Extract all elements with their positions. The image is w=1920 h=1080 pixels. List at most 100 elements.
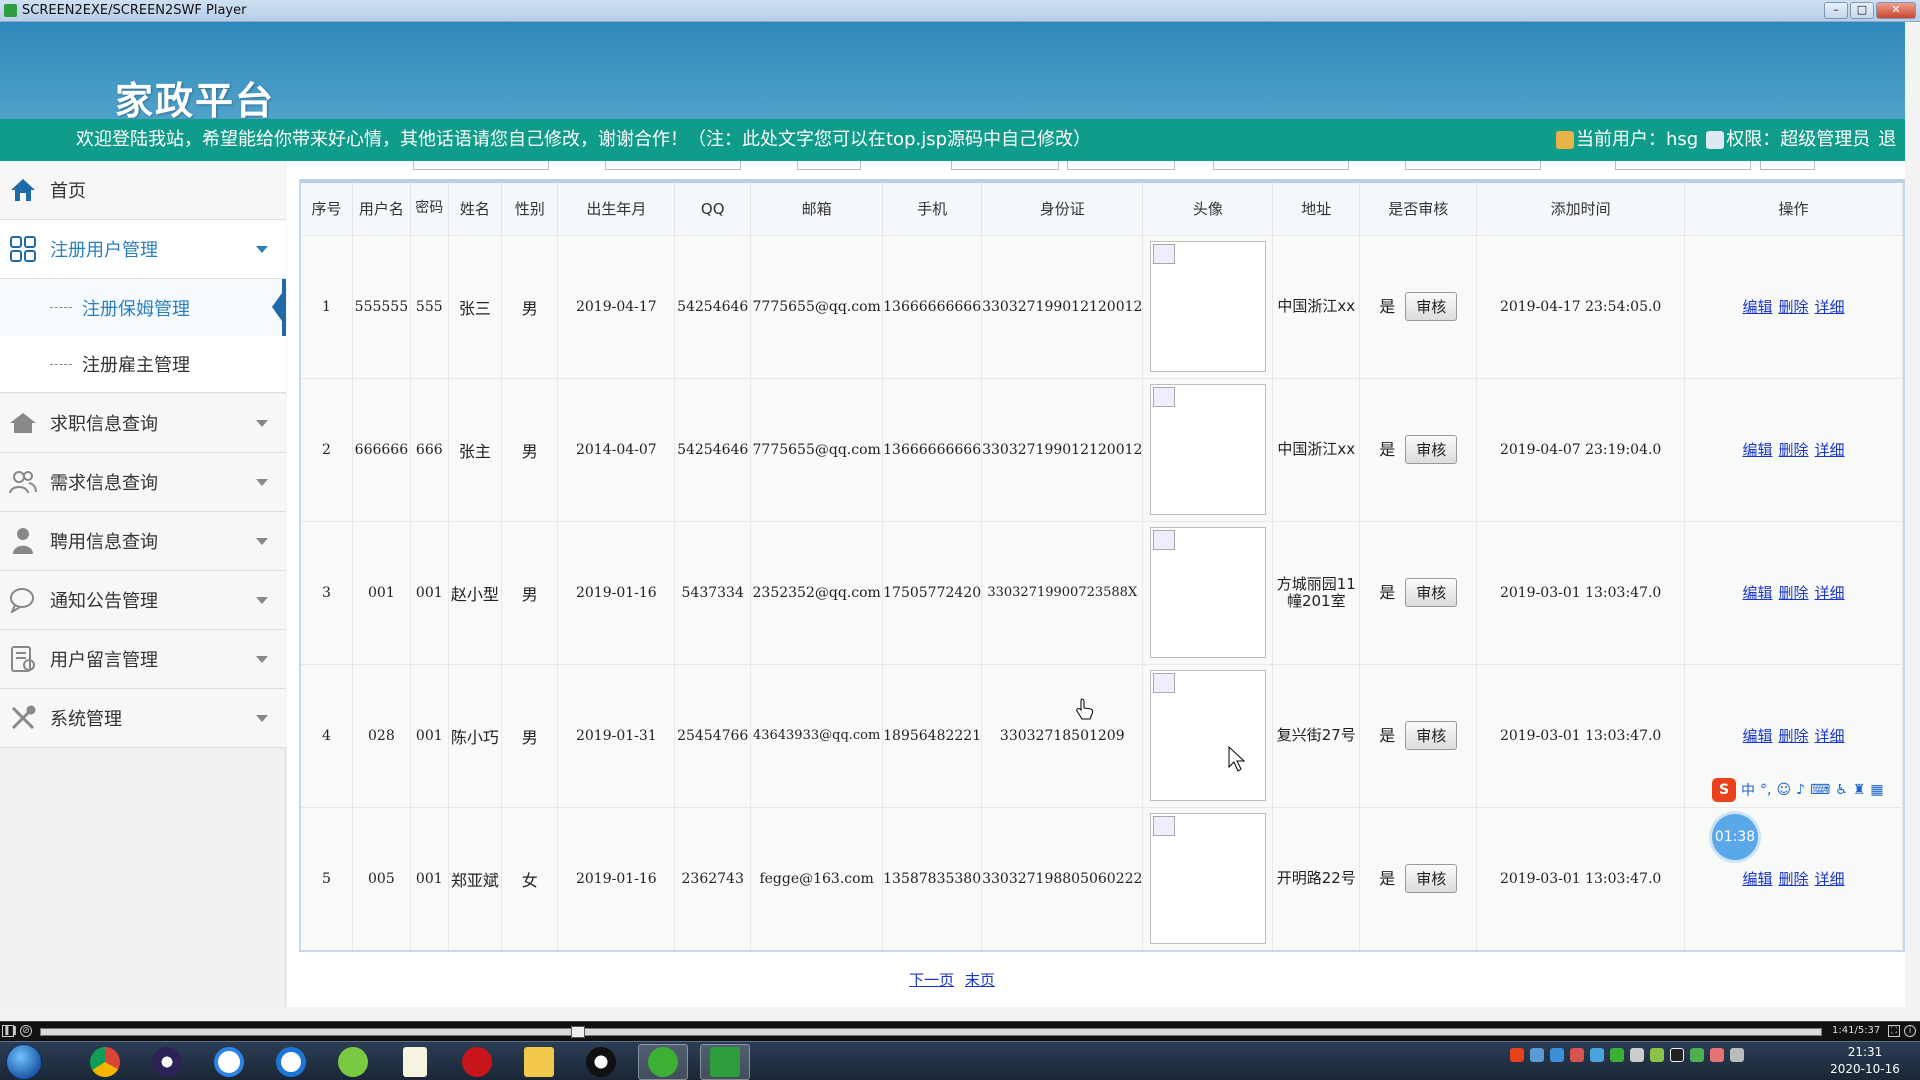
detail-link[interactable]: 详细 <box>1815 727 1845 745</box>
audit-button[interactable]: 审核 <box>1405 864 1458 894</box>
edit-link[interactable]: 编辑 <box>1743 584 1773 602</box>
edit-link[interactable]: 编辑 <box>1743 727 1773 745</box>
logout-link[interactable]: 退 <box>1878 119 1896 161</box>
info-icon[interactable]: i <box>1904 1025 1916 1037</box>
cell-address: 中国浙江xx <box>1272 234 1361 378</box>
audit-button[interactable]: 审核 <box>1405 578 1458 607</box>
col-header: 用户名 <box>352 183 411 235</box>
sidebar-item-demand-query[interactable]: 需求信息查询 <box>0 453 286 512</box>
sidebar-item-notice[interactable]: 通知公告管理 <box>0 571 286 630</box>
chrome-icon[interactable] <box>80 1044 130 1080</box>
ime-mode[interactable]: 中 <box>1741 780 1755 800</box>
cell-phone: 18956482221 <box>882 663 983 807</box>
app-tray-icon[interactable] <box>1570 1048 1584 1062</box>
clock-date: 2020-10-16 <box>1830 1062 1900 1076</box>
shirt-icon[interactable]: ♜ <box>1853 782 1866 798</box>
sidebar-item-hire-query[interactable]: 聘用信息查询 <box>0 512 286 571</box>
delete-link[interactable]: 删除 <box>1779 727 1809 745</box>
sidebar-item-home[interactable]: 首页 <box>0 161 286 220</box>
chevron-down-icon <box>256 538 268 545</box>
detail-link[interactable]: 详细 <box>1815 441 1845 459</box>
eclipse-icon[interactable] <box>142 1044 192 1080</box>
next-page-link[interactable]: 下一页 <box>909 971 954 989</box>
cell-email: 2352352@qq.com <box>750 520 884 664</box>
edit-link[interactable]: 编辑 <box>1743 870 1773 888</box>
cell-phone: 13666666666 <box>882 234 983 378</box>
delete-link[interactable]: 删除 <box>1779 441 1809 459</box>
display-tray-icon[interactable] <box>1730 1048 1744 1062</box>
maximize-icon[interactable]: □ <box>1850 2 1874 19</box>
sogou-tray-icon[interactable] <box>1510 1048 1524 1062</box>
detail-link[interactable]: 详细 <box>1815 870 1845 888</box>
qq-icon[interactable] <box>576 1044 626 1080</box>
speaker-tray-icon[interactable] <box>1630 1048 1644 1062</box>
col-header: 操作 <box>1684 183 1903 235</box>
ime-punct[interactable]: °, <box>1760 782 1771 798</box>
seek-bar[interactable] <box>40 1026 1822 1038</box>
system-tray <box>1510 1048 1744 1062</box>
edit-link[interactable]: 编辑 <box>1743 441 1773 459</box>
sogou-ime-icon[interactable]: S <box>1712 778 1736 802</box>
accessibility-icon[interactable]: ♿ <box>1835 782 1848 798</box>
battery-tray-icon[interactable] <box>1690 1048 1704 1062</box>
close-icon[interactable]: ✕ <box>1876 2 1916 19</box>
cell-password: 001 <box>410 663 449 807</box>
pause-icon[interactable]: ❚❚ <box>2 1025 18 1037</box>
keyboard-icon[interactable]: ⌨ <box>1810 782 1830 798</box>
delete-link[interactable]: 删除 <box>1779 584 1809 602</box>
wechat-tray-icon[interactable] <box>1610 1048 1624 1062</box>
folder-icon[interactable] <box>514 1044 564 1080</box>
security-tray-icon[interactable] <box>1590 1048 1604 1062</box>
mic-icon[interactable]: ♪ <box>1796 782 1805 798</box>
table-header-row: 序号 用户名 密码 姓名 性别 出生年月 QQ 邮箱 手机 身份证 头像 地址 … <box>301 183 1903 235</box>
minimize-icon[interactable]: – <box>1824 2 1848 19</box>
detail-link[interactable]: 详细 <box>1815 584 1845 602</box>
qq-tray-icon[interactable] <box>1670 1048 1684 1062</box>
flash-icon[interactable] <box>452 1044 502 1080</box>
taskbar-clock[interactable]: 21:31 2020-10-16 <box>1820 1044 1910 1078</box>
loop-icon[interactable]: ⊘ <box>20 1025 32 1037</box>
start-button-icon[interactable] <box>6 1044 42 1080</box>
col-header: 姓名 <box>448 183 503 235</box>
screen2exe-player-icon[interactable] <box>700 1044 750 1080</box>
table-row: 5 005 001 郑亚斌 女 2019-01-16 2362743 fegge… <box>301 806 1903 950</box>
baidu-netdisk-icon[interactable] <box>204 1044 254 1080</box>
filter-toolbar-cut-off <box>287 161 1905 175</box>
avatar <box>1149 384 1266 515</box>
spreadsheet-icon[interactable] <box>390 1044 440 1080</box>
delete-link[interactable]: 删除 <box>1779 870 1809 888</box>
delete-link[interactable]: 删除 <box>1779 298 1809 316</box>
wechat-icon[interactable] <box>638 1044 688 1080</box>
seek-thumb[interactable] <box>571 1026 585 1038</box>
cell-qq: 25454766 <box>674 663 752 807</box>
last-page-link[interactable]: 末页 <box>965 971 995 989</box>
table-row: 4 028 001 陈小巧 男 2019-01-31 25454766 4364… <box>301 663 1903 807</box>
volume-tray-icon[interactable] <box>1710 1048 1724 1062</box>
fullscreen-icon[interactable]: ⛶ <box>1888 1025 1900 1037</box>
app-icon <box>4 4 17 17</box>
recorder-timer[interactable]: 01:38 <box>1712 814 1758 860</box>
audit-button[interactable]: 审核 <box>1405 721 1458 750</box>
network-tray-icon[interactable] <box>1530 1048 1544 1062</box>
sidebar-item-user-registration[interactable]: 注册用户管理 <box>0 220 286 279</box>
audit-button[interactable]: 审核 <box>1405 435 1458 464</box>
detail-link[interactable]: 详细 <box>1815 298 1845 316</box>
leaf-app-icon[interactable] <box>328 1044 378 1080</box>
sidebar-subitem-nanny[interactable]: 注册保姆管理 <box>0 279 286 336</box>
cell-idcard: 330327198805060222 <box>981 806 1144 950</box>
sidebar-item-system[interactable]: 系统管理 <box>0 689 286 748</box>
cell-username: 555555 <box>352 234 411 378</box>
cell-password: 001 <box>410 520 449 664</box>
sidebar-item-label: 首页 <box>50 181 86 202</box>
emoji-icon[interactable]: ☺ <box>1776 782 1791 798</box>
sidebar-subitem-employer[interactable]: 注册雇主管理 <box>0 336 286 393</box>
grid-menu-icon[interactable]: ▦ <box>1870 782 1883 798</box>
cell-birth: 2019-04-17 <box>557 234 676 378</box>
wifi-tray-icon[interactable] <box>1650 1048 1664 1062</box>
audit-button[interactable]: 审核 <box>1405 292 1458 321</box>
sidebar-item-job-query[interactable]: 求职信息查询 <box>0 394 286 453</box>
edit-link[interactable]: 编辑 <box>1743 298 1773 316</box>
sidebar-item-messages[interactable]: 用户留言管理 <box>0 630 286 689</box>
shield-tray-icon[interactable] <box>1550 1048 1564 1062</box>
browser-q-icon[interactable] <box>266 1044 316 1080</box>
